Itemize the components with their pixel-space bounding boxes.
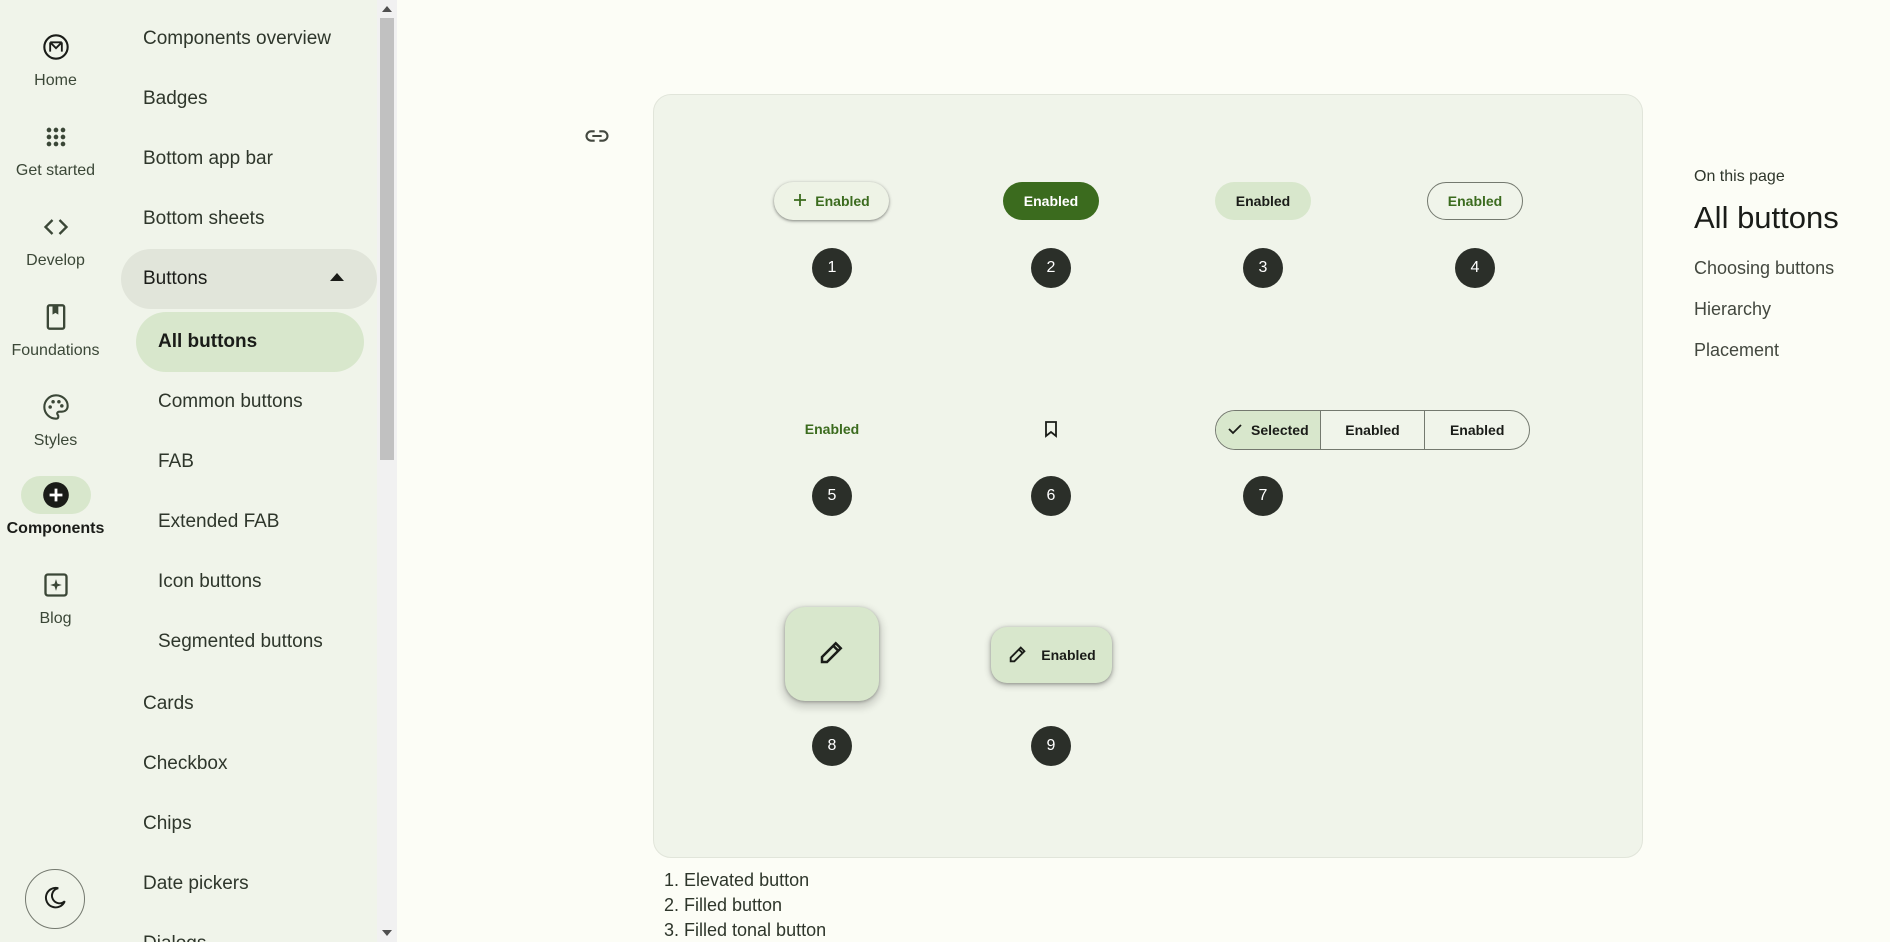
segmented-button: Selected Enabled Enabled — [1215, 410, 1530, 450]
segment-enabled[interactable]: Enabled — [1425, 411, 1529, 449]
nav-item-common-buttons[interactable]: Common buttons — [158, 387, 303, 417]
nav-item-badges[interactable]: Badges — [143, 84, 207, 114]
segment-label: Enabled — [1449, 422, 1505, 438]
text-button[interactable]: Enabled — [784, 410, 880, 448]
marker-9: 9 — [1031, 726, 1071, 766]
moon-icon — [42, 885, 68, 914]
on-this-page-toc: On this page All buttons Choosing button… — [1694, 168, 1839, 361]
apps-grid-icon — [21, 118, 91, 156]
rail-item-develop[interactable]: Develop — [0, 208, 111, 270]
book-icon — [21, 298, 91, 336]
toc-eyebrow: On this page — [1694, 168, 1785, 185]
nav-item-chips[interactable]: Chips — [143, 809, 192, 839]
rail-label-blog: Blog — [39, 610, 72, 627]
code-icon — [21, 208, 91, 246]
outlined-button[interactable]: Enabled — [1427, 182, 1523, 220]
rail-label-home: Home — [34, 72, 77, 89]
rail-label-components: Components — [6, 520, 105, 537]
rail-item-get-started[interactable]: Get started — [0, 118, 111, 180]
filled-button-label: Enabled — [1023, 193, 1079, 209]
nav-item-dialogs[interactable]: Dialogs — [143, 929, 206, 942]
toc-title[interactable]: All buttons — [1694, 200, 1839, 236]
rail-item-styles[interactable]: Styles — [0, 388, 111, 450]
nav-group-label: Buttons — [143, 268, 208, 289]
link-icon[interactable] — [583, 122, 611, 150]
legend-item: 1. Elevated button — [664, 870, 810, 890]
legend-item: 2. Filled button — [664, 895, 783, 915]
edit-icon — [1007, 643, 1029, 668]
blog-icon — [21, 566, 91, 604]
bookmark-icon — [1041, 419, 1061, 442]
nav-item-fab[interactable]: FAB — [158, 447, 194, 477]
rail-item-components[interactable]: Components — [0, 476, 111, 538]
outlined-button-label: Enabled — [1447, 193, 1503, 209]
check-icon — [1227, 421, 1243, 440]
navigation-rail: Home Get started Develop Foundations Sty… — [0, 0, 111, 942]
toc-link-choosing-buttons[interactable]: Choosing buttons — [1694, 258, 1839, 279]
marker-3: 3 — [1243, 248, 1283, 288]
marker-4: 4 — [1455, 248, 1495, 288]
rail-label-styles: Styles — [33, 432, 78, 449]
segment-label: Selected — [1251, 422, 1309, 438]
elevated-button-label: Enabled — [815, 193, 870, 209]
marker-8: 8 — [812, 726, 852, 766]
marker-1: 1 — [812, 248, 852, 288]
marker-2: 2 — [1031, 248, 1071, 288]
nav-item-bottom-sheets[interactable]: Bottom sheets — [143, 204, 264, 234]
nav-item-extended-fab[interactable]: Extended FAB — [158, 507, 279, 537]
buttons-demo-card: Enabled Enabled Enabled Enabled 1 2 3 4 … — [653, 94, 1643, 858]
marker-6: 6 — [1031, 476, 1071, 516]
nav-item-date-pickers[interactable]: Date pickers — [143, 869, 249, 899]
elevated-button[interactable]: Enabled — [774, 182, 889, 220]
extended-fab-button[interactable]: Enabled — [991, 627, 1112, 683]
nav-item-cards[interactable]: Cards — [143, 689, 194, 719]
legend-item: 3. Filled tonal button — [664, 920, 827, 940]
segment-enabled[interactable]: Enabled — [1321, 411, 1426, 449]
toc-link-hierarchy[interactable]: Hierarchy — [1694, 299, 1839, 320]
nav-item-components-overview[interactable]: Components overview — [143, 24, 331, 54]
marker-7: 7 — [1243, 476, 1283, 516]
scroll-thumb[interactable] — [380, 18, 394, 460]
segment-selected[interactable]: Selected — [1216, 411, 1321, 449]
nav-item-label: All buttons — [158, 331, 258, 352]
filled-button[interactable]: Enabled — [1003, 182, 1099, 220]
nav-scrollbar[interactable] — [377, 0, 397, 942]
toc-link-placement[interactable]: Placement — [1694, 340, 1839, 361]
nav-item-checkbox[interactable]: Checkbox — [143, 749, 228, 779]
segment-label: Enabled — [1345, 422, 1400, 438]
rail-item-home[interactable]: Home — [0, 28, 111, 90]
add-circle-icon — [20, 476, 91, 514]
material-logo-icon — [21, 28, 91, 66]
fab-button[interactable] — [785, 607, 879, 701]
scroll-down-arrow-icon[interactable] — [382, 930, 392, 936]
nav-item-segmented-buttons[interactable]: Segmented buttons — [158, 627, 323, 657]
nav-item-icon-buttons[interactable]: Icon buttons — [158, 567, 262, 597]
nav-item-all-buttons[interactable]: All buttons — [136, 312, 364, 372]
rail-label-develop: Develop — [26, 252, 85, 269]
rail-label-get-started: Get started — [15, 162, 96, 179]
plus-icon — [793, 193, 807, 210]
rail-item-blog[interactable]: Blog — [0, 566, 111, 628]
rail-item-foundations[interactable]: Foundations — [0, 298, 111, 360]
nav-group-buttons[interactable]: Buttons — [121, 249, 377, 309]
theme-toggle-button[interactable] — [25, 869, 85, 929]
tonal-button[interactable]: Enabled — [1215, 182, 1311, 220]
palette-icon — [21, 388, 91, 426]
edit-icon — [817, 637, 847, 672]
tonal-button-label: Enabled — [1235, 193, 1291, 209]
extended-fab-label: Enabled — [1041, 647, 1096, 663]
nav-item-bottom-app-bar[interactable]: Bottom app bar — [143, 144, 273, 174]
button-legend-list: 1. Elevated button 2. Filled button 3. F… — [664, 868, 826, 942]
chevron-up-icon — [330, 273, 344, 281]
scroll-up-arrow-icon[interactable] — [382, 6, 392, 12]
icon-button[interactable] — [1031, 410, 1071, 450]
rail-label-foundations: Foundations — [11, 342, 100, 359]
text-button-label: Enabled — [804, 421, 860, 437]
marker-5: 5 — [812, 476, 852, 516]
components-nav: Components overview Badges Bottom app ba… — [111, 0, 377, 942]
